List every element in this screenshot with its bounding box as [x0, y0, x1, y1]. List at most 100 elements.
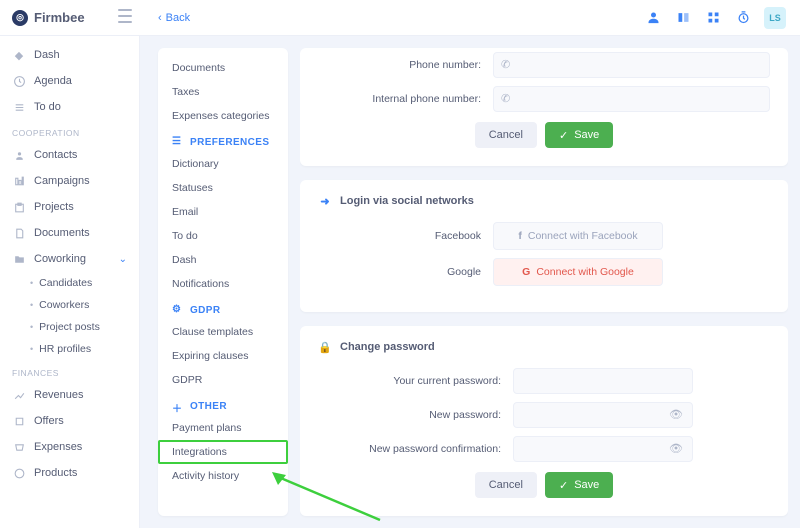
subnav-item-activity-history[interactable]: Activity history	[158, 464, 288, 488]
plus-icon: ＋	[172, 400, 184, 412]
subnav-item-taxes[interactable]: Taxes	[158, 80, 288, 104]
check-icon	[559, 129, 568, 142]
sidebar-item-campaigns[interactable]: Campaigns	[0, 168, 139, 194]
subnav-item-expiring-clauses[interactable]: Expiring clauses	[158, 344, 288, 368]
sidebar-item-contacts[interactable]: Contacts	[0, 142, 139, 168]
cancel-button[interactable]: Cancel	[475, 122, 537, 148]
sidebar-item-expenses[interactable]: Expenses	[0, 434, 139, 460]
internal-phone-input[interactable]	[493, 86, 770, 112]
google-icon: G	[522, 266, 530, 278]
subnav-head-other: ＋ OTHER	[158, 392, 288, 416]
facebook-icon: f	[518, 230, 522, 242]
sidebar-item-todo[interactable]: To do	[0, 94, 139, 120]
subnav-item-email[interactable]: Email	[158, 200, 288, 224]
subnav-item-payment-plans[interactable]: Payment plans	[158, 416, 288, 440]
current-password-input[interactable]	[513, 368, 693, 394]
eye-icon[interactable]: 👁	[669, 442, 683, 455]
subnav-item-gdpr[interactable]: GDPR	[158, 368, 288, 392]
subnav-item-dash[interactable]: Dash	[158, 248, 288, 272]
back-link[interactable]: ‹ Back	[158, 12, 190, 24]
subnav-head-gdpr: ⚙ GDPR	[158, 296, 288, 320]
label-internal-phone: Internal phone number:	[318, 93, 493, 105]
expenses-icon	[12, 440, 26, 454]
eye-icon[interactable]: 👁	[669, 408, 683, 421]
card-title-label: Change password	[340, 341, 435, 353]
chevron-left-icon: ‹	[158, 12, 162, 24]
sidebar: ◆ Dash Agenda To do COOPERATION Contacts…	[0, 36, 140, 528]
shield-icon: ⚙	[172, 304, 184, 316]
row-facebook: Facebook f Connect with Facebook	[318, 222, 770, 250]
sidebar-item-label: Coworkers	[39, 299, 89, 311]
sidebar-item-label: Projects	[34, 201, 74, 213]
subnav-item-integrations[interactable]: Integrations	[158, 440, 288, 464]
row-phone: Phone number: ✆	[318, 52, 770, 78]
sidebar-item-label: Coworking	[34, 253, 86, 265]
contact-actions: Cancel Save	[318, 122, 770, 148]
connect-google-label: Connect with Google	[536, 266, 633, 278]
new-password-input[interactable]	[513, 402, 693, 428]
confirm-password-input[interactable]	[513, 436, 693, 462]
save-label: Save	[574, 129, 599, 141]
sidebar-subitem-hr-profiles[interactable]: HR profiles	[0, 338, 139, 360]
sidebar-item-documents[interactable]: Documents	[0, 220, 139, 246]
sidebar-subitem-candidates[interactable]: Candidates	[0, 272, 139, 294]
sidebar-item-coworking[interactable]: Coworking ⌄	[0, 246, 139, 272]
sidebar-item-label: Expenses	[34, 441, 82, 453]
sidebar-item-label: Campaigns	[34, 175, 90, 187]
lock-icon: 🔒	[318, 340, 332, 354]
sidebar-item-offers[interactable]: Offers	[0, 408, 139, 434]
products-icon	[12, 466, 26, 480]
folder-icon	[12, 252, 26, 266]
card-title-social: ➜ Login via social networks	[318, 194, 770, 208]
phone-icon: ✆	[501, 58, 510, 71]
sidebar-item-label: Candidates	[39, 277, 92, 289]
sidebar-item-revenues[interactable]: Revenues	[0, 382, 139, 408]
sidebar-item-agenda[interactable]: Agenda	[0, 68, 139, 94]
card-social-login: ➜ Login via social networks Facebook f C…	[300, 180, 788, 312]
revenues-icon	[12, 388, 26, 402]
save-button[interactable]: Save	[545, 472, 613, 498]
sidebar-item-label: HR profiles	[39, 343, 91, 355]
card-title-password: 🔒 Change password	[318, 340, 770, 354]
sidebar-item-dash[interactable]: ◆ Dash	[0, 42, 139, 68]
subnav-item-documents[interactable]: Documents	[158, 56, 288, 80]
projects-icon	[12, 200, 26, 214]
label-phone: Phone number:	[318, 59, 493, 71]
sidebar-subitem-coworkers[interactable]: Coworkers	[0, 294, 139, 316]
connect-facebook-button[interactable]: f Connect with Facebook	[493, 222, 663, 250]
documents-icon	[12, 226, 26, 240]
phone-icon: ✆	[501, 92, 510, 105]
login-icon: ➜	[318, 194, 332, 208]
subnav-item-todo[interactable]: To do	[158, 224, 288, 248]
label-facebook: Facebook	[318, 230, 493, 242]
cancel-button[interactable]: Cancel	[475, 472, 537, 498]
subnav-item-expenses-categories[interactable]: Expenses categories	[158, 104, 288, 128]
campaigns-icon	[12, 174, 26, 188]
connect-facebook-label: Connect with Facebook	[528, 230, 638, 242]
subnav-head-label: OTHER	[190, 401, 227, 412]
row-confirm-password: New password confirmation: 👁	[318, 436, 770, 462]
subnav-item-statuses[interactable]: Statuses	[158, 176, 288, 200]
save-button[interactable]: Save	[545, 122, 613, 148]
row-google: Google G Connect with Google	[318, 258, 770, 286]
password-actions: Cancel Save	[318, 472, 770, 498]
sidebar-item-projects[interactable]: Projects	[0, 194, 139, 220]
main-content: Phone number: ✆ Internal phone number: ✆…	[300, 0, 788, 528]
subnav-item-clause-templates[interactable]: Clause templates	[158, 320, 288, 344]
subnav-head-label: GDPR	[190, 305, 221, 316]
sidebar-subitem-project-posts[interactable]: Project posts	[0, 316, 139, 338]
label-new-password: New password:	[318, 409, 513, 421]
diamond-icon: ◆	[12, 48, 26, 62]
sidebar-item-products[interactable]: Products	[0, 460, 139, 486]
row-new-password: New password: 👁	[318, 402, 770, 428]
back-label: Back	[166, 12, 190, 24]
subnav-item-dictionary[interactable]: Dictionary	[158, 152, 288, 176]
chevron-down-icon: ⌄	[119, 254, 127, 265]
connect-google-button[interactable]: G Connect with Google	[493, 258, 663, 286]
menu-toggle-icon[interactable]	[118, 9, 132, 23]
settings-subnav: Documents Taxes Expenses categories ☰ PR…	[158, 48, 288, 516]
subnav-item-notifications[interactable]: Notifications	[158, 272, 288, 296]
card-contact: Phone number: ✆ Internal phone number: ✆…	[300, 48, 788, 166]
clock-icon	[12, 74, 26, 88]
phone-input[interactable]	[493, 52, 770, 78]
